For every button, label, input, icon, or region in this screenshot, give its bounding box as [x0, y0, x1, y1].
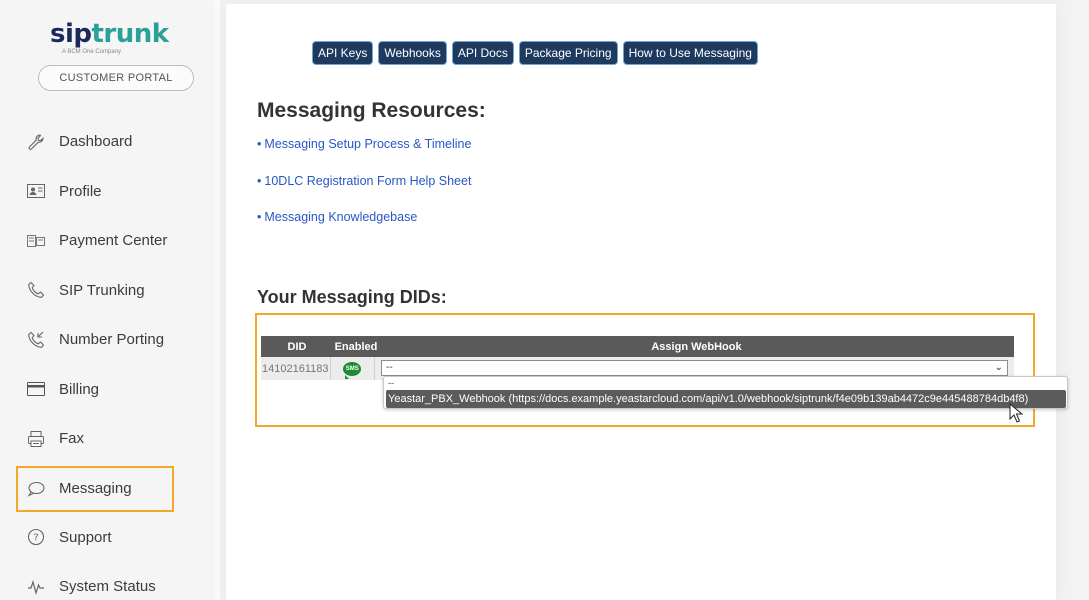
sidebar-item-support[interactable]: ? Support	[16, 513, 216, 563]
sidebar-item-label: SIP Trunking	[59, 281, 145, 299]
bullet: •	[257, 210, 262, 224]
select-value: --	[386, 362, 393, 373]
link-text: Messaging Knowledgebase	[264, 210, 418, 224]
logo-text-trunk: trunk	[91, 19, 170, 49]
sidebar-item-label: Billing	[59, 380, 100, 398]
sidebar-item-system-status[interactable]: System Status	[16, 562, 216, 600]
logo-wordmark: sip trunk	[50, 20, 170, 48]
link-setup-process[interactable]: • Messaging Setup Process & Timeline	[257, 137, 471, 151]
sidebar-item-label: Support	[59, 528, 112, 546]
sidebar-item-label: Profile	[59, 182, 102, 200]
sidebar-nav: Dashboard Profile Payment Center SIP Tru…	[16, 117, 216, 600]
question-circle-icon: ?	[26, 527, 46, 547]
did-number: 14102161183	[261, 357, 331, 380]
link-knowledgebase[interactable]: • Messaging Knowledgebase	[257, 210, 417, 224]
sidebar-item-label: System Status	[59, 578, 156, 596]
brand-logo[interactable]: sip trunk A BCM One Company	[50, 20, 170, 60]
sidebar-item-label: Fax	[59, 430, 85, 448]
sidebar-item-label: Dashboard	[59, 133, 133, 151]
logo-text-sip: sip	[50, 19, 92, 49]
assign-webhook-select[interactable]: -- ⌄	[381, 360, 1008, 376]
phone-icon	[26, 280, 46, 300]
sidebar-item-dashboard[interactable]: Dashboard	[16, 117, 216, 167]
credit-card-icon	[26, 379, 46, 399]
wrench-icon	[26, 132, 46, 152]
link-text: 10DLC Registration Form Help Sheet	[264, 174, 472, 188]
column-header-assign-webhook: Assign WebHook	[651, 340, 742, 353]
link-10dlc-help-sheet[interactable]: • 10DLC Registration Form Help Sheet	[257, 174, 471, 188]
sms-enabled-icon: SMS	[343, 361, 362, 379]
pulse-icon	[26, 577, 46, 597]
svg-text:?: ?	[33, 533, 38, 544]
sidebar-item-billing[interactable]: Billing	[16, 365, 216, 415]
sidebar-item-number-porting[interactable]: Number Porting	[16, 315, 216, 365]
customer-portal-badge: CUSTOMER PORTAL	[38, 65, 194, 91]
dropdown-option-yeastar-webhook[interactable]: Yeastar_PBX_Webhook (https://docs.exampl…	[386, 390, 1066, 408]
sidebar: sip trunk A BCM One Company CUSTOMER PORT…	[0, 0, 220, 600]
sidebar-item-label: Messaging	[59, 480, 132, 497]
tab-package-pricing[interactable]: Package Pricing	[518, 41, 618, 65]
table-header: DID Enabled Assign WebHook	[261, 336, 1014, 357]
dropdown-option-blank[interactable]: --	[388, 378, 394, 388]
logo-tagline: A BCM One Company	[62, 49, 122, 55]
tab-webhooks[interactable]: Webhooks	[378, 41, 447, 65]
chat-bubble-icon	[26, 479, 46, 499]
column-header-enabled: Enabled	[334, 340, 378, 353]
sidebar-item-label: Payment Center	[59, 232, 168, 250]
app-window: sip trunk A BCM One Company CUSTOMER PORT…	[0, 0, 1089, 600]
messaging-tabs: API Keys Webhooks API Docs Package Prici…	[312, 41, 758, 65]
bullet: •	[257, 137, 262, 151]
tab-api-keys[interactable]: API Keys	[312, 41, 374, 65]
content-panel: API Keys Webhooks API Docs Package Prici…	[226, 4, 1056, 600]
sidebar-item-payment-center[interactable]: Payment Center	[16, 216, 216, 266]
messaging-resources-heading: Messaging Resources:	[257, 99, 486, 122]
tab-how-to-use-messaging[interactable]: How to Use Messaging	[622, 41, 758, 65]
link-text: Messaging Setup Process & Timeline	[264, 137, 472, 151]
sidebar-item-fax[interactable]: Fax	[16, 414, 216, 464]
fax-icon	[26, 429, 46, 449]
bullet: •	[257, 174, 262, 188]
phone-porting-icon	[26, 330, 46, 350]
sidebar-item-messaging[interactable]: Messaging	[16, 465, 174, 512]
sidebar-item-sip-trunking[interactable]: SIP Trunking	[16, 266, 216, 316]
profile-card-icon	[26, 181, 46, 201]
tab-api-docs[interactable]: API Docs	[451, 41, 514, 65]
chevron-down-icon: ⌄	[994, 362, 1003, 373]
sidebar-item-profile[interactable]: Profile	[16, 167, 216, 217]
mouse-cursor-icon	[1009, 403, 1023, 423]
messaging-dids-heading: Your Messaging DIDs:	[257, 287, 447, 307]
webhook-dropdown-list: -- Yeastar_PBX_Webhook (https://docs.exa…	[383, 376, 1068, 409]
main-area: API Keys Webhooks API Docs Package Prici…	[226, 0, 1089, 600]
enabled-cell: SMS	[331, 357, 375, 380]
dids-table: DID Enabled Assign WebHook 14102161183 S…	[261, 336, 1014, 380]
sidebar-item-label: Number Porting	[59, 331, 165, 349]
column-header-did: DID	[287, 340, 307, 353]
payment-icon	[26, 231, 46, 251]
